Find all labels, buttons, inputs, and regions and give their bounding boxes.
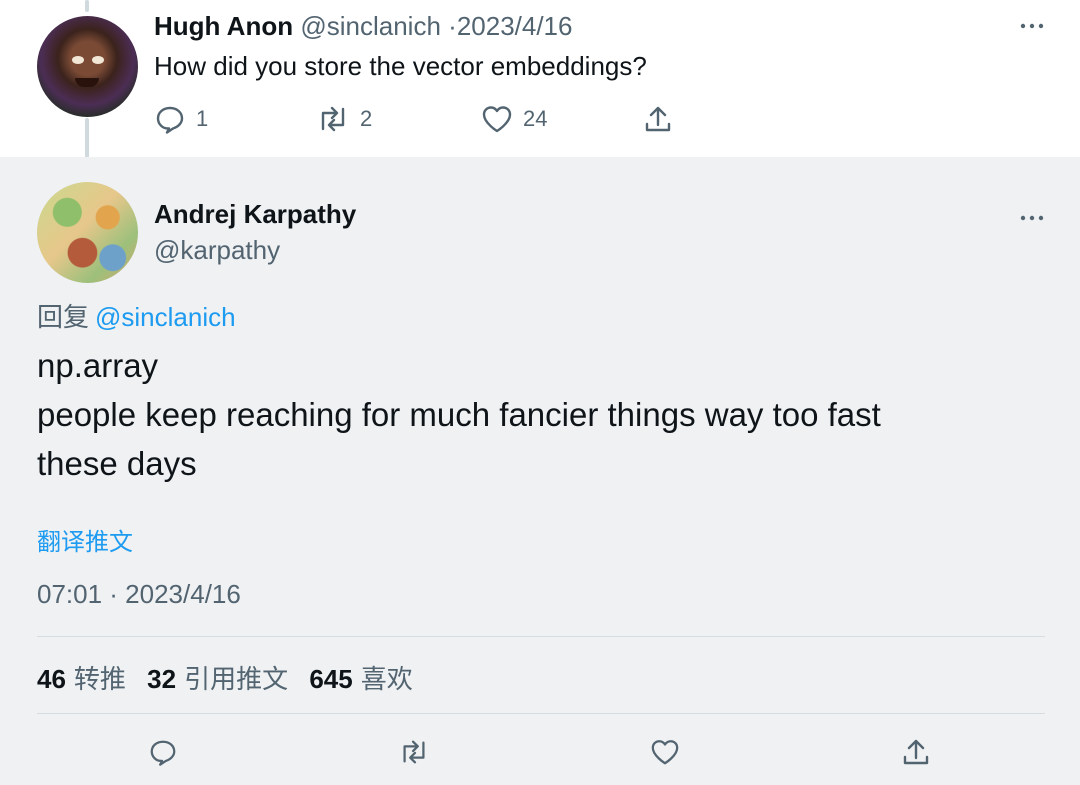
tweet-text-line: these days (37, 445, 197, 482)
likes-label[interactable]: 喜欢 (361, 664, 413, 694)
divider (37, 713, 1045, 714)
reply-button[interactable]: 1 (154, 104, 208, 134)
likes-count[interactable]: 645 (309, 664, 352, 694)
like-count: 24 (523, 106, 548, 131)
reply-count: 1 (196, 106, 209, 131)
more-options-button[interactable] (1019, 16, 1045, 36)
reply-button[interactable] (148, 737, 178, 767)
retweet-button[interactable] (398, 737, 428, 767)
quotes-count[interactable]: 32 (147, 664, 176, 694)
avatar[interactable] (37, 182, 138, 283)
share-button[interactable] (643, 104, 673, 134)
author-handle[interactable]: @sinclanich (300, 11, 441, 41)
like-button[interactable] (650, 737, 680, 767)
retweets-count[interactable]: 46 (37, 664, 66, 694)
translate-tweet-link[interactable]: 翻译推文 (37, 522, 133, 557)
reply-icon (148, 737, 178, 767)
retweets-label[interactable]: 转推 (74, 664, 126, 694)
author-handle[interactable]: @karpathy (154, 235, 280, 266)
author-name[interactable]: Hugh Anon (154, 11, 293, 41)
more-options-button[interactable] (1019, 208, 1045, 228)
divider (37, 636, 1045, 637)
reply-mention-link[interactable]: @sinclanich (95, 302, 236, 332)
retweet-icon (316, 104, 350, 134)
share-icon (901, 737, 931, 767)
like-button[interactable]: 24 (481, 104, 547, 134)
reply-prefix: 回复 (37, 302, 90, 332)
share-icon (643, 104, 673, 134)
tweet-text: np.array people keep reaching for much f… (37, 341, 1037, 488)
avatar[interactable] (37, 16, 138, 117)
parent-tweet[interactable]: Hugh Anon @sinclanich ·2023/4/16 How did… (0, 0, 1080, 174)
heart-icon (481, 104, 513, 134)
tweet-timestamp[interactable]: 07:01 · 2023/4/16 (37, 579, 241, 610)
tweet-date[interactable]: 2023/4/16 (457, 11, 573, 41)
share-button[interactable] (901, 737, 931, 767)
parent-tweet-header: Hugh Anon @sinclanich ·2023/4/16 (154, 11, 572, 42)
retweet-icon (398, 737, 428, 767)
quotes-label[interactable]: 引用推文 (184, 664, 288, 694)
tweet-text-line: people keep reaching for much fancier th… (37, 396, 881, 433)
retweet-count: 2 (360, 106, 373, 131)
thread-line-top (85, 0, 89, 12)
retweet-button[interactable]: 2 (316, 104, 372, 134)
author-name[interactable]: Andrej Karpathy (154, 199, 356, 230)
reply-icon (154, 104, 186, 134)
tweet-stats: 46 转推 32 引用推文 645 喜欢 (37, 659, 427, 696)
heart-icon (650, 737, 680, 767)
main-tweet: Andrej Karpathy @karpathy 回复 @sinclanich … (0, 157, 1080, 785)
separator-dot: · (448, 11, 457, 41)
replying-to: 回复 @sinclanich (37, 297, 236, 334)
tweet-text-line: np.array (37, 347, 159, 384)
tweet-text: How did you store the vector embeddings? (154, 51, 647, 81)
